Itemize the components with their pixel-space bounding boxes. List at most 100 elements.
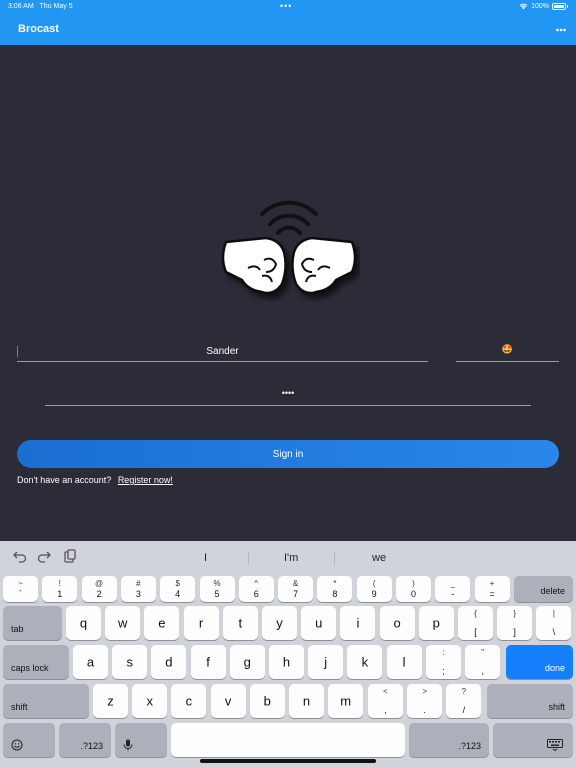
caps-lock-key[interactable]: caps lock	[3, 645, 69, 679]
key-sym4-1[interactable]: >.	[407, 684, 443, 718]
key-b[interactable]: b	[249, 684, 285, 718]
key-m[interactable]: m	[328, 684, 364, 718]
suggestion-3[interactable]: we	[372, 552, 386, 564]
key-o[interactable]: o	[379, 606, 415, 640]
key-5[interactable]: % 5	[199, 576, 235, 602]
key-g[interactable]: g	[229, 645, 265, 679]
key-v[interactable]: v	[210, 684, 246, 718]
key-8[interactable]: * 8	[317, 576, 353, 602]
key-6-label: ^	[254, 579, 259, 588]
key-sym3-0[interactable]: :;	[426, 645, 461, 679]
suggestion-bar: I I'm we	[0, 541, 576, 575]
home-indicator[interactable]	[200, 759, 376, 763]
space-bar[interactable]	[171, 723, 405, 757]
password-field[interactable]: ••••	[45, 382, 531, 406]
key-q[interactable]: q	[66, 606, 101, 640]
emoji-key[interactable]	[3, 723, 55, 757]
microphone-key[interactable]	[115, 723, 167, 757]
emoji-value: 🤩	[501, 344, 514, 354]
key-n[interactable]: n	[289, 684, 324, 718]
status-right: 100%	[519, 3, 568, 10]
key-z-label: z	[107, 693, 114, 709]
key-i[interactable]: i	[340, 606, 376, 640]
key-sym2-1[interactable]: }]	[497, 606, 533, 640]
battery-tip	[567, 5, 568, 8]
hide-keyboard-key[interactable]	[493, 723, 573, 757]
key-f[interactable]: f	[190, 645, 226, 679]
key-10[interactable]: ) 0	[396, 576, 431, 602]
clipboard-icon[interactable]	[63, 549, 77, 563]
key-l[interactable]: l	[386, 645, 422, 679]
username-field[interactable]: Sander	[17, 338, 428, 362]
key-m-label: m	[340, 693, 352, 709]
key-z[interactable]: z	[93, 684, 128, 718]
key-x[interactable]: x	[132, 684, 168, 718]
shift-right-label: shift	[548, 702, 565, 712]
key-sym4-0[interactable]: <,	[368, 684, 403, 718]
bro-emoji-field[interactable]: 🤩	[456, 338, 559, 362]
key-j[interactable]: j	[308, 645, 344, 679]
key-c[interactable]: c	[171, 684, 207, 718]
key-1[interactable]: ! 1	[42, 576, 78, 602]
key-7[interactable]: & 7	[278, 576, 314, 602]
key-h-label: h	[282, 654, 291, 670]
brocast-logo	[221, 200, 357, 295]
sign-in-button[interactable]: Sign in	[17, 440, 559, 468]
key-sym2-0[interactable]: {[	[458, 606, 493, 640]
key-i-label: i	[356, 615, 360, 631]
status-bar: 3:06 AM Thu May 5 ••• 100%	[0, 1, 576, 15]
done-key[interactable]: done	[506, 645, 573, 679]
key-9[interactable]: (9	[356, 576, 392, 602]
numbers-key-right[interactable]: .?123	[409, 723, 489, 757]
delete-key-label: delete	[540, 586, 565, 596]
redo-icon[interactable]	[37, 549, 51, 563]
key-11-label: _	[450, 579, 456, 588]
key-d[interactable]: d	[151, 645, 187, 679]
key-12[interactable]: + =	[474, 576, 510, 602]
key-s[interactable]: s	[112, 645, 148, 679]
app-bar: 3:06 AM Thu May 5 ••• 100% Brocast	[0, 0, 576, 45]
undo-icon[interactable]	[13, 549, 27, 563]
key-11[interactable]: _ -	[435, 576, 471, 602]
key-e[interactable]: e	[144, 606, 180, 640]
register-link[interactable]: Register now!	[118, 475, 173, 485]
key-k[interactable]: k	[347, 645, 383, 679]
wifi-icon	[519, 3, 528, 10]
delete-key[interactable]: delete	[514, 576, 573, 602]
numbers-key-left[interactable]: .?123	[59, 723, 111, 757]
key-sym2-2[interactable]: | \	[536, 606, 572, 640]
numbers-right-label: .?123	[458, 741, 481, 751]
key-p[interactable]: p	[418, 606, 454, 640]
shift-key-right[interactable]: shift	[487, 684, 573, 718]
key-b-label: b	[263, 693, 271, 709]
tab-key[interactable]: tab	[3, 606, 62, 640]
microphone-icon	[123, 739, 133, 751]
shift-key-left[interactable]: shift	[3, 684, 89, 718]
key-v-label: v	[224, 693, 232, 709]
multitask-dots[interactable]: •••	[280, 1, 292, 11]
key-0[interactable]: ~ `	[3, 576, 38, 602]
key-x-label: x	[146, 693, 153, 709]
key-a[interactable]: a	[73, 645, 108, 679]
key-y[interactable]: y	[262, 606, 297, 640]
suggestion-2[interactable]: I'm	[284, 552, 298, 564]
overflow-menu-icon[interactable]	[556, 22, 566, 34]
suggestion-1[interactable]: I	[204, 552, 207, 564]
battery-percent: 100%	[531, 3, 549, 10]
key-o-label: o	[393, 615, 401, 631]
key-2[interactable]: @2	[81, 576, 117, 602]
key-6[interactable]: ^ 6	[238, 576, 274, 602]
key-w[interactable]: w	[105, 606, 141, 640]
key-2-label: 2	[96, 589, 102, 599]
key-h[interactable]: h	[269, 645, 304, 679]
key-u[interactable]: u	[301, 606, 337, 640]
key-sym4-2[interactable]: ? /	[446, 684, 482, 718]
key-3[interactable]: #3	[120, 576, 156, 602]
key-10-label: )	[412, 579, 415, 588]
key-t[interactable]: t	[222, 606, 258, 640]
key-sym2-0-label: [	[474, 627, 477, 637]
key-r[interactable]: r	[183, 606, 219, 640]
shift-left-label: shift	[11, 702, 28, 712]
key-4[interactable]: $4	[160, 576, 196, 602]
key-sym3-1[interactable]: ",	[465, 645, 501, 679]
